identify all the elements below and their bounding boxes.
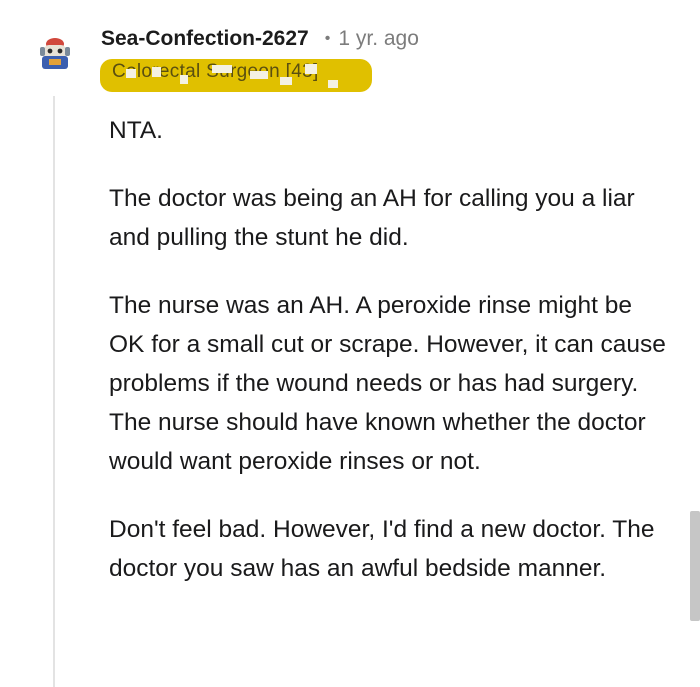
comment-timestamp[interactable]: 1 yr. ago — [338, 27, 419, 51]
flair-redaction-block — [126, 69, 136, 78]
flair-redaction-block — [152, 67, 161, 77]
flair-redaction-block — [328, 80, 338, 88]
user-avatar-icon[interactable] — [38, 36, 72, 72]
scrollbar-thumb[interactable] — [690, 511, 700, 621]
flair-redaction-block — [212, 65, 232, 73]
username-link[interactable]: Sea-Confection-2627 — [101, 27, 309, 51]
flair-redaction-block — [305, 64, 317, 74]
flair-redaction-block — [180, 75, 188, 84]
comment-paragraph: Don't feel bad. However, I'd find a new … — [109, 516, 655, 582]
flair-redaction-block — [250, 71, 268, 79]
user-flair-badge: Colorectal Surgeon [43] — [100, 59, 372, 92]
thread-line[interactable] — [53, 96, 55, 687]
comment-paragraph: NTA. — [109, 117, 163, 144]
meta-separator: • — [324, 30, 331, 47]
comment: Sea-Confection-2627 • 1 yr. ago Colorect… — [0, 0, 700, 687]
comment-paragraph: The doctor was being an AH for calling y… — [109, 185, 635, 251]
comment-header: Sea-Confection-2627 • 1 yr. ago — [101, 24, 419, 54]
comment-paragraph: The nurse was an AH. A peroxide rinse mi… — [109, 292, 666, 475]
flair-redaction-block — [280, 77, 292, 85]
comment-body: NTA. The doctor was being an AH for call… — [109, 111, 669, 617]
